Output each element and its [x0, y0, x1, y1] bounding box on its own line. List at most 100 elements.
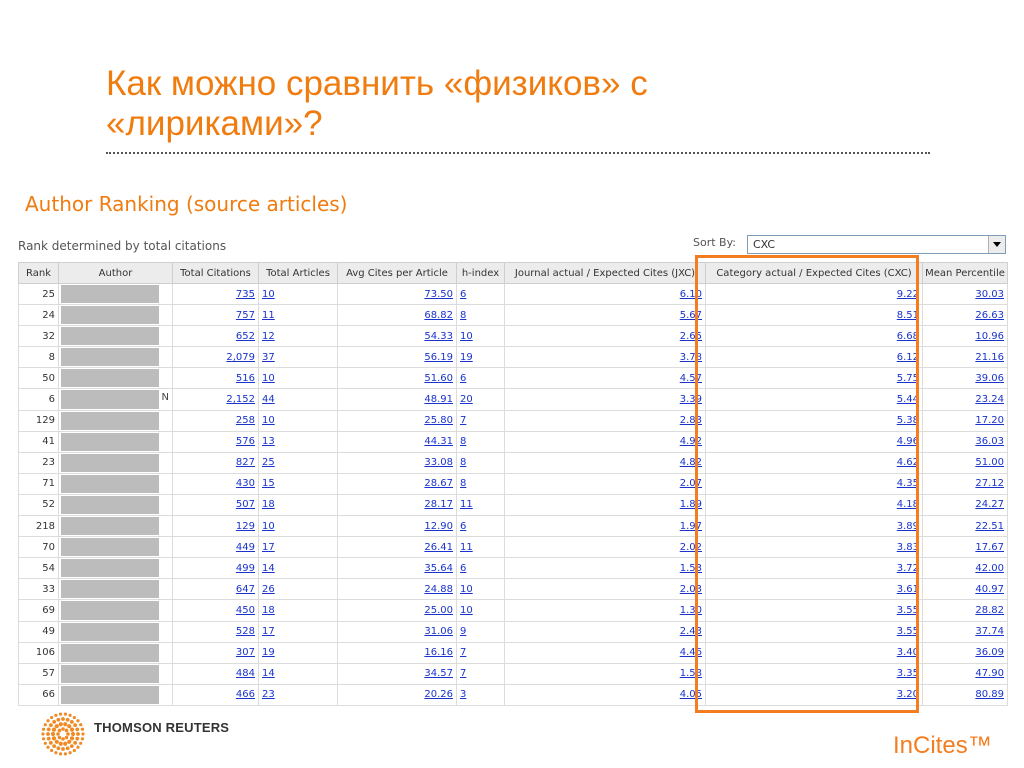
- cell-h-index[interactable]: 11: [456, 493, 505, 517]
- jxc-link[interactable]: 6.10: [680, 289, 702, 300]
- mean-percentile-link[interactable]: 37.74: [975, 626, 1004, 637]
- cell-mean-percentile[interactable]: 23.24: [922, 388, 1008, 411]
- cell-mean-percentile[interactable]: 21.16: [922, 346, 1008, 369]
- total-citations-link[interactable]: 827: [236, 457, 255, 468]
- total-articles-link[interactable]: 26: [262, 584, 275, 595]
- cell-mean-percentile[interactable]: 51.00: [922, 451, 1008, 474]
- cell-total-articles[interactable]: 44: [258, 388, 338, 411]
- cell-mean-percentile[interactable]: 37.74: [922, 620, 1008, 643]
- mean-percentile-link[interactable]: 21.16: [975, 352, 1004, 363]
- cell-total-citations[interactable]: 516: [172, 367, 259, 390]
- mean-percentile-link[interactable]: 23.24: [975, 394, 1004, 405]
- cell-avg-cites[interactable]: 73.50: [337, 282, 457, 306]
- cell-total-articles[interactable]: 10: [258, 515, 338, 538]
- cell-total-citations[interactable]: 735: [172, 282, 259, 306]
- cell-total-articles[interactable]: 10: [258, 282, 338, 306]
- cell-h-index[interactable]: 10: [456, 599, 505, 622]
- cell-avg-cites[interactable]: 26.41: [337, 536, 457, 559]
- jxc-link[interactable]: 3.39: [680, 394, 702, 405]
- cell-avg-cites[interactable]: 24.88: [337, 578, 457, 601]
- cell-jxc[interactable]: 3.39: [504, 388, 706, 411]
- total-citations-link[interactable]: 449: [236, 542, 255, 553]
- jxc-link[interactable]: 2.03: [680, 584, 702, 595]
- mean-percentile-link[interactable]: 42.00: [975, 563, 1004, 574]
- cell-jxc[interactable]: 4.05: [504, 683, 706, 706]
- h-index-link[interactable]: 6: [460, 563, 466, 574]
- jxc-link[interactable]: 1.53: [680, 563, 702, 574]
- cell-jxc[interactable]: 1.97: [504, 515, 706, 538]
- cxc-link[interactable]: 4.62: [897, 457, 919, 468]
- cell-cxc[interactable]: 4.62: [705, 451, 923, 474]
- jxc-link[interactable]: 1.30: [680, 605, 702, 616]
- cell-jxc[interactable]: 1.53: [504, 557, 706, 580]
- cell-avg-cites[interactable]: 54.33: [337, 325, 457, 348]
- cell-avg-cites[interactable]: 25.00: [337, 599, 457, 622]
- cell-h-index[interactable]: 8: [456, 430, 505, 453]
- cell-total-articles[interactable]: 18: [258, 599, 338, 622]
- cxc-link[interactable]: 4.18: [897, 499, 919, 510]
- cell-mean-percentile[interactable]: 24.27: [922, 493, 1008, 517]
- total-articles-link[interactable]: 23: [262, 689, 275, 700]
- cell-avg-cites[interactable]: 12.90: [337, 515, 457, 538]
- cell-mean-percentile[interactable]: 17.67: [922, 536, 1008, 559]
- total-citations-link[interactable]: 528: [236, 626, 255, 637]
- cxc-link[interactable]: 3.72: [897, 563, 919, 574]
- column-header-jxc[interactable]: Journal actual / Expected Cites (JXC): [504, 262, 706, 284]
- cell-mean-percentile[interactable]: 42.00: [922, 557, 1008, 580]
- total-citations-link[interactable]: 735: [236, 289, 255, 300]
- avg-cites-link[interactable]: 25.00: [424, 605, 453, 616]
- cell-jxc[interactable]: 4.57: [504, 367, 706, 390]
- cell-cxc[interactable]: 3.40: [705, 641, 923, 664]
- cell-total-citations[interactable]: 449: [172, 536, 259, 559]
- avg-cites-link[interactable]: 56.19: [424, 352, 453, 363]
- h-index-link[interactable]: 3: [460, 689, 466, 700]
- total-articles-link[interactable]: 19: [262, 647, 275, 658]
- cxc-link[interactable]: 5.75: [897, 373, 919, 384]
- cell-total-citations[interactable]: 647: [172, 578, 259, 601]
- cell-avg-cites[interactable]: 56.19: [337, 346, 457, 369]
- cell-total-citations[interactable]: 2,079: [172, 346, 259, 369]
- avg-cites-link[interactable]: 35.64: [424, 563, 453, 574]
- h-index-link[interactable]: 19: [460, 352, 473, 363]
- cell-jxc[interactable]: 4.82: [504, 451, 706, 474]
- cell-h-index[interactable]: 8: [456, 304, 505, 327]
- avg-cites-link[interactable]: 24.88: [424, 584, 453, 595]
- cell-total-citations[interactable]: 528: [172, 620, 259, 643]
- cell-mean-percentile[interactable]: 36.03: [922, 430, 1008, 453]
- column-header-mean-percentile[interactable]: Mean Percentile: [922, 262, 1008, 284]
- mean-percentile-link[interactable]: 27.12: [975, 478, 1004, 489]
- total-articles-link[interactable]: 11: [262, 310, 275, 321]
- cell-mean-percentile[interactable]: 26.63: [922, 304, 1008, 327]
- cell-avg-cites[interactable]: 51.60: [337, 367, 457, 390]
- cell-mean-percentile[interactable]: 36.09: [922, 641, 1008, 664]
- h-index-link[interactable]: 11: [460, 542, 473, 553]
- avg-cites-link[interactable]: 28.17: [424, 499, 453, 510]
- avg-cites-link[interactable]: 73.50: [424, 289, 453, 300]
- total-articles-link[interactable]: 14: [262, 563, 275, 574]
- mean-percentile-link[interactable]: 80.89: [975, 689, 1004, 700]
- cell-h-index[interactable]: 8: [456, 451, 505, 474]
- column-header-rank[interactable]: Rank: [18, 262, 59, 284]
- cell-total-articles[interactable]: 10: [258, 409, 338, 432]
- avg-cites-link[interactable]: 51.60: [424, 373, 453, 384]
- cxc-link[interactable]: 3.55: [897, 626, 919, 637]
- chevron-down-icon[interactable]: [988, 236, 1005, 253]
- cell-jxc[interactable]: 2.83: [504, 409, 706, 432]
- cell-h-index[interactable]: 19: [456, 346, 505, 369]
- cell-total-citations[interactable]: 2,152: [172, 388, 259, 411]
- total-citations-link[interactable]: 430: [236, 478, 255, 489]
- total-citations-link[interactable]: 652: [236, 331, 255, 342]
- cell-total-citations[interactable]: 827: [172, 451, 259, 474]
- cell-total-articles[interactable]: 17: [258, 620, 338, 643]
- cell-total-citations[interactable]: 450: [172, 599, 259, 622]
- cell-jxc[interactable]: 2.03: [504, 578, 706, 601]
- cell-cxc[interactable]: 5.75: [705, 367, 923, 390]
- total-citations-link[interactable]: 576: [236, 436, 255, 447]
- cell-total-articles[interactable]: 25: [258, 451, 338, 474]
- total-citations-link[interactable]: 450: [236, 605, 255, 616]
- cxc-link[interactable]: 4.35: [897, 478, 919, 489]
- mean-percentile-link[interactable]: 36.03: [975, 436, 1004, 447]
- mean-percentile-link[interactable]: 39.06: [975, 373, 1004, 384]
- column-header-avg-cites[interactable]: Avg Cites per Article: [337, 262, 457, 284]
- column-header-cxc[interactable]: Category actual / Expected Cites (CXC): [705, 262, 923, 284]
